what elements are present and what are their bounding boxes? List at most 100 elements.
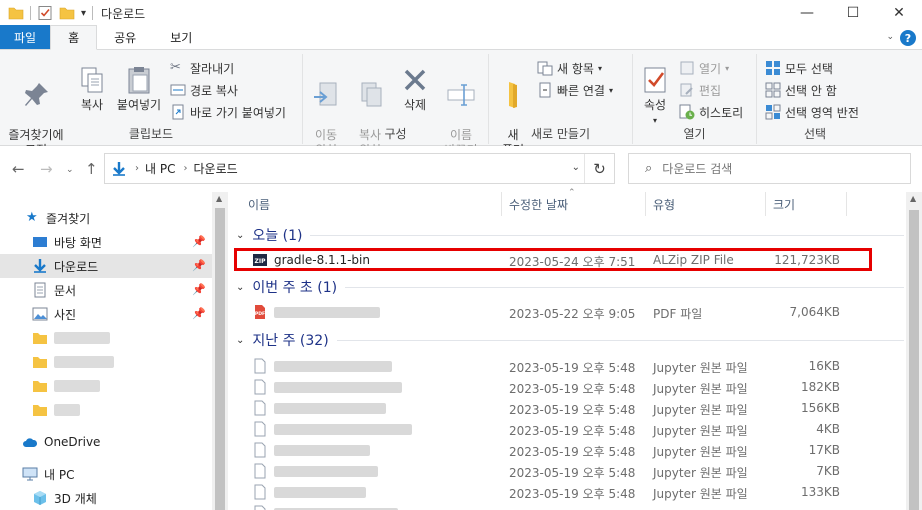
cut-button[interactable]: ✂ 잘라내기 bbox=[170, 58, 234, 78]
rename-button[interactable]: 이름 바꾸기 bbox=[439, 64, 483, 158]
easy-access-button[interactable]: 빠른 연결 ▾ bbox=[537, 80, 613, 100]
address-history-chevron-icon[interactable]: ⌄ bbox=[572, 162, 580, 173]
tab-home[interactable]: 홈 bbox=[50, 25, 98, 50]
invert-selection-button[interactable]: 선택 영역 반전 bbox=[765, 102, 859, 122]
group-collapse-chevron-icon[interactable]: ⌄ bbox=[236, 335, 244, 346]
edit-button[interactable]: 편집 bbox=[679, 80, 721, 100]
new-item-button[interactable]: 새 항목 ▾ bbox=[537, 58, 602, 78]
select-all-button[interactable]: 모두 선택 bbox=[765, 58, 833, 78]
tab-view[interactable]: 보기 bbox=[153, 25, 209, 49]
ribbon: 즐겨찾기에 고정 복사 붙여넣기 ✂ 잘라내기 경로 복사 바로 가기 붙여넣기… bbox=[0, 50, 922, 157]
minimize-button[interactable]: — bbox=[784, 0, 830, 26]
address-bar[interactable]: › 내 PC › 다운로드 ⌄ ↻ bbox=[104, 153, 615, 184]
forward-arrow-icon[interactable]: → bbox=[40, 160, 53, 178]
nav-onedrive[interactable]: OneDrive bbox=[0, 430, 212, 454]
breadcrumb-this-pc[interactable]: 내 PC bbox=[145, 160, 175, 177]
table-row[interactable]: 2023-05-19 오후 5:48 Jupyter 원본 파일 133KB bbox=[228, 482, 906, 503]
new-folder-button[interactable]: 새 폴더 bbox=[495, 64, 531, 158]
breadcrumb-chevron-icon[interactable]: › bbox=[183, 163, 187, 174]
group-header-this-week[interactable]: ⌄ 이번 주 초 (1) bbox=[236, 276, 904, 298]
pin-icon[interactable]: 📌 bbox=[192, 235, 206, 248]
table-row[interactable]: 2023-05-19 오후 5:48 Jupyter 원본 파일 156KB bbox=[228, 398, 906, 419]
open-button[interactable]: 열기 ▾ bbox=[679, 58, 729, 78]
group-header-today[interactable]: ⌄ 오늘 (1) bbox=[236, 224, 904, 246]
recent-locations-chevron-icon[interactable]: ⌄ bbox=[66, 165, 74, 175]
delete-button[interactable]: 삭제 bbox=[397, 64, 433, 113]
chevron-down-icon: ▾ bbox=[725, 63, 730, 73]
table-row[interactable]: 2023-05-19 오후 5:48 Jupyter 원본 파일 182KB bbox=[228, 377, 906, 398]
tab-file[interactable]: 파일 bbox=[0, 25, 51, 49]
nav-folder-redacted[interactable] bbox=[0, 326, 212, 350]
column-header-name[interactable]: 이름 bbox=[248, 192, 498, 216]
pin-icon[interactable]: 📌 bbox=[192, 307, 206, 320]
tab-share[interactable]: 공유 bbox=[97, 25, 153, 49]
new-group: 새 폴더 새 항목 ▾ 빠른 연결 ▾ 새로 만들기 bbox=[489, 54, 633, 157]
move-to-button[interactable]: 이동 위치 bbox=[307, 64, 345, 158]
nav-documents[interactable]: 문서 📌 bbox=[0, 278, 212, 302]
search-box[interactable]: ⌕ 다운로드 검색 bbox=[628, 153, 911, 184]
maximize-button[interactable]: ☐ bbox=[830, 0, 876, 26]
nav-this-pc[interactable]: 내 PC bbox=[0, 462, 212, 486]
group-collapse-chevron-icon[interactable]: ⌄ bbox=[236, 230, 244, 241]
paste-shortcut-button[interactable]: 바로 가기 붙여넣기 bbox=[170, 102, 286, 122]
pin-icon bbox=[25, 83, 48, 106]
new-folder-icon[interactable] bbox=[59, 5, 75, 21]
pdf-file-icon: PDF bbox=[255, 305, 265, 319]
up-arrow-icon[interactable]: ↑ bbox=[85, 160, 98, 178]
breadcrumb-chevron-icon[interactable]: › bbox=[135, 163, 139, 174]
column-divider[interactable] bbox=[645, 192, 646, 216]
close-button[interactable]: ✕ bbox=[876, 0, 922, 26]
group-collapse-chevron-icon[interactable]: ⌄ bbox=[236, 282, 244, 293]
nav-3d-objects[interactable]: 3D 개체 bbox=[0, 486, 212, 510]
scroll-up-arrow-icon[interactable]: ▲ bbox=[216, 194, 222, 203]
table-row[interactable]: PDF 2023-05-22 오후 9:05 PDF 파일 7,064KB bbox=[228, 302, 906, 323]
pin-icon[interactable]: 📌 bbox=[192, 283, 206, 296]
customize-toolbar-chevron-icon[interactable]: ▾ bbox=[81, 8, 86, 19]
chevron-down-icon: ▾ bbox=[608, 85, 613, 95]
column-divider[interactable] bbox=[501, 192, 502, 216]
breadcrumb-downloads[interactable]: 다운로드 bbox=[193, 160, 237, 177]
paste-button[interactable]: 붙여넣기 bbox=[112, 64, 166, 113]
nav-quick-access[interactable]: ★ 즐겨찾기 bbox=[0, 206, 212, 230]
scroll-up-arrow-icon[interactable]: ▲ bbox=[910, 194, 916, 203]
nav-downloads[interactable]: 다운로드 📌 bbox=[0, 254, 212, 278]
table-row[interactable]: 2023-05-19 오후 5:48 Jupyter 원본 파일 17KB bbox=[228, 440, 906, 461]
column-header-date[interactable]: 수정한 날짜 bbox=[509, 192, 649, 216]
back-arrow-icon[interactable]: ← bbox=[12, 160, 25, 178]
pin-icon[interactable]: 📌 bbox=[192, 259, 206, 272]
table-row[interactable]: 2023-05-19 오후 5:48 Jupyter 원본 파일 16KB bbox=[228, 356, 906, 377]
select-none-button[interactable]: 선택 안 함 bbox=[765, 80, 837, 100]
scrollbar-thumb[interactable] bbox=[909, 210, 919, 510]
table-row[interactable] bbox=[228, 503, 906, 510]
help-icon[interactable]: ? bbox=[900, 30, 916, 46]
file-list-scrollbar[interactable]: ▲ bbox=[906, 192, 922, 510]
folder-icon[interactable] bbox=[8, 5, 24, 21]
properties-check-icon[interactable] bbox=[37, 5, 53, 21]
pin-quick-access-button[interactable]: 즐겨찾기에 고정 bbox=[4, 64, 68, 158]
table-row[interactable]: 2023-05-19 오후 5:48 Jupyter 원본 파일 7KB bbox=[228, 461, 906, 482]
column-divider[interactable] bbox=[846, 192, 847, 216]
history-button[interactable]: 히스토리 bbox=[679, 102, 743, 122]
nav-folder-redacted[interactable] bbox=[0, 350, 212, 374]
nav-folder-redacted[interactable] bbox=[0, 374, 212, 398]
properties-button[interactable]: 속성 ▾ bbox=[637, 64, 673, 128]
column-header-size[interactable]: 크기 bbox=[773, 192, 843, 216]
new-item-icon bbox=[537, 61, 553, 76]
copy-path-button[interactable]: 경로 복사 bbox=[170, 80, 238, 100]
copy-button[interactable]: 복사 bbox=[72, 64, 112, 113]
group-header-last-week[interactable]: ⌄ 지난 주 (32) bbox=[236, 329, 904, 351]
generic-file-icon bbox=[254, 463, 266, 479]
scrollbar-thumb[interactable] bbox=[215, 208, 225, 510]
refresh-icon[interactable]: ↻ bbox=[584, 154, 614, 183]
nav-desktop[interactable]: 바탕 화면 📌 bbox=[0, 230, 212, 254]
table-row[interactable]: 2023-05-19 오후 5:48 Jupyter 원본 파일 4KB bbox=[228, 419, 906, 440]
select-group: 모두 선택 선택 안 함 선택 영역 반전 선택 bbox=[757, 54, 873, 144]
copy-to-button[interactable]: 복사 위치 bbox=[351, 64, 389, 158]
nav-folder-redacted[interactable] bbox=[0, 398, 212, 422]
column-header-type[interactable]: 유형 bbox=[653, 192, 763, 216]
nav-pane-scrollbar[interactable]: ▲ bbox=[212, 192, 228, 510]
column-divider[interactable] bbox=[765, 192, 766, 216]
generic-file-icon bbox=[254, 421, 266, 437]
ribbon-expand-chevron-icon[interactable]: ⌄ bbox=[886, 32, 894, 42]
nav-pictures[interactable]: 사진 📌 bbox=[0, 302, 212, 326]
